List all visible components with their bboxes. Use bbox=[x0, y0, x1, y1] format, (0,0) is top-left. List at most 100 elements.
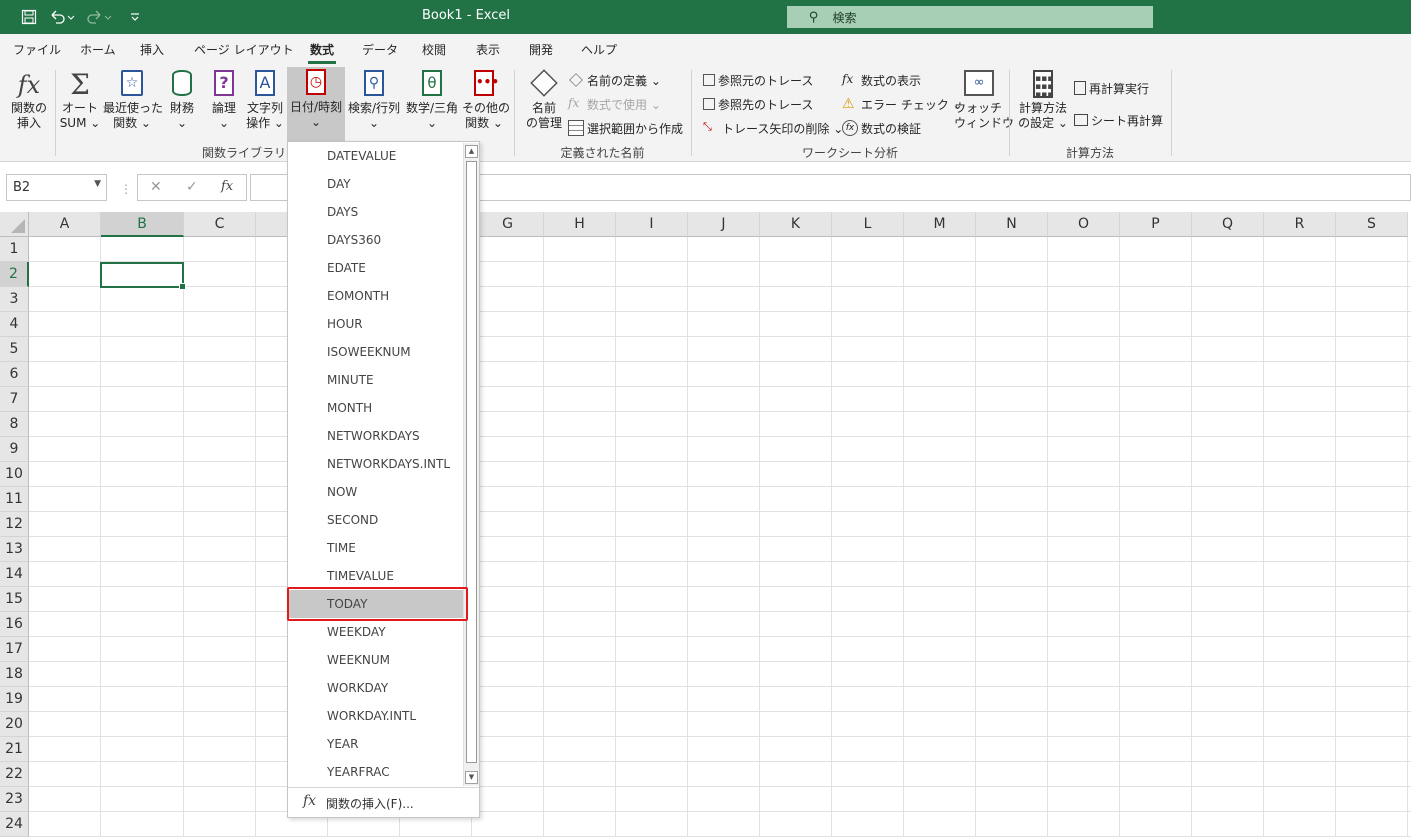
function-menu-item[interactable]: TIMEVALUE bbox=[289, 562, 463, 590]
column-header[interactable]: S bbox=[1336, 212, 1408, 237]
function-menu-item[interactable]: MINUTE bbox=[289, 366, 463, 394]
function-menu-item[interactable]: TIME bbox=[289, 534, 463, 562]
function-menu-item[interactable]: DAYS360 bbox=[289, 226, 463, 254]
row-header[interactable]: 21 bbox=[0, 737, 29, 762]
column-header[interactable]: H bbox=[544, 212, 616, 237]
column-header[interactable]: P bbox=[1120, 212, 1192, 237]
search-input[interactable]: ⚲ 検索 bbox=[787, 6, 1153, 28]
tab-home[interactable]: ホーム bbox=[80, 41, 116, 58]
cancel-icon[interactable]: ✕ bbox=[150, 179, 162, 195]
row-header[interactable]: 9 bbox=[0, 437, 29, 462]
function-menu-item[interactable]: SECOND bbox=[289, 506, 463, 534]
row-header[interactable]: 2 bbox=[0, 262, 29, 287]
function-menu-item[interactable]: MONTH bbox=[289, 394, 463, 422]
watch-window-button[interactable]: ∞ ウォッチ ウィンドウ bbox=[954, 68, 1014, 138]
enter-check-icon[interactable]: ✓ bbox=[186, 179, 198, 195]
error-checking-button[interactable]: ⚠ エラー チェック ⌄ bbox=[842, 94, 963, 114]
function-menu-item[interactable]: EOMONTH bbox=[289, 282, 463, 310]
column-header[interactable]: N bbox=[976, 212, 1048, 237]
function-menu-item[interactable]: WEEKNUM bbox=[289, 646, 463, 674]
function-menu-item[interactable]: YEARFRAC bbox=[289, 758, 463, 786]
insert-function-fx-icon[interactable]: fx bbox=[221, 179, 233, 194]
column-header[interactable]: I bbox=[616, 212, 688, 237]
column-header[interactable]: Q bbox=[1192, 212, 1264, 237]
row-header[interactable]: 17 bbox=[0, 637, 29, 662]
create-from-selection-button[interactable]: 選択範囲から作成 bbox=[568, 118, 683, 138]
column-header[interactable]: B bbox=[101, 212, 184, 237]
function-menu-item[interactable]: DAY bbox=[289, 170, 463, 198]
row-header[interactable]: 19 bbox=[0, 687, 29, 712]
function-menu-item[interactable]: ISOWEEKNUM bbox=[289, 338, 463, 366]
column-header[interactable]: K bbox=[760, 212, 832, 237]
function-menu-item[interactable]: YEAR bbox=[289, 730, 463, 758]
chevron-down-icon[interactable]: ▼ bbox=[94, 179, 101, 189]
tab-file[interactable]: ファイル bbox=[13, 41, 61, 58]
row-header[interactable]: 8 bbox=[0, 412, 29, 437]
tab-view[interactable]: 表示 bbox=[476, 41, 500, 58]
tab-formulas[interactable]: 数式 bbox=[307, 41, 337, 64]
autosum-button[interactable]: Σ オート SUM ⌄ bbox=[58, 68, 102, 138]
financial-button[interactable]: 財務 ⌄ bbox=[164, 68, 200, 138]
worksheet-grid[interactable]: ABCDEFGHIJKLMNOPQRS 12345678910111213141… bbox=[0, 212, 1411, 837]
column-header[interactable]: O bbox=[1048, 212, 1120, 237]
lookup-button[interactable]: ⚲ 検索/行列 ⌄ bbox=[346, 68, 402, 138]
drag-handle-icon[interactable]: ⋮ bbox=[120, 182, 132, 196]
select-all-corner[interactable] bbox=[0, 212, 29, 237]
row-header[interactable]: 7 bbox=[0, 387, 29, 412]
more-functions-button[interactable]: ••• その他の 関数 ⌄ bbox=[462, 68, 510, 138]
row-header[interactable]: 5 bbox=[0, 337, 29, 362]
name-box[interactable]: B2 ▼ bbox=[6, 174, 107, 201]
calc-sheet-button[interactable]: シート再計算 bbox=[1074, 110, 1163, 130]
insert-function-button[interactable]: fx 関数の 挿入 bbox=[8, 68, 50, 138]
function-menu-item[interactable]: NOW bbox=[289, 478, 463, 506]
column-header[interactable]: A bbox=[29, 212, 101, 237]
row-header[interactable]: 12 bbox=[0, 512, 29, 537]
define-name-button[interactable]: 名前の定義 ⌄ bbox=[568, 70, 661, 90]
row-header[interactable]: 20 bbox=[0, 712, 29, 737]
row-header[interactable]: 13 bbox=[0, 537, 29, 562]
function-menu-item[interactable]: DAYS bbox=[289, 198, 463, 226]
column-header[interactable]: G bbox=[472, 212, 544, 237]
remove-arrows-button[interactable]: ⤡ トレース矢印の削除 ⌄ bbox=[703, 118, 843, 138]
calc-options-button[interactable]: ▪▪▪ ▪▪▪ ▪▪▪ 計算方法 の設定 ⌄ bbox=[1016, 68, 1070, 138]
use-in-formula-button[interactable]: fx 数式で使用 ⌄ bbox=[568, 94, 661, 114]
text-button[interactable]: A 文字列 操作 ⌄ bbox=[244, 68, 286, 138]
row-header[interactable]: 23 bbox=[0, 787, 29, 812]
column-header[interactable]: C bbox=[184, 212, 256, 237]
scroll-down-arrow-icon[interactable]: ▼ bbox=[465, 771, 478, 784]
function-menu-item[interactable]: EDATE bbox=[289, 254, 463, 282]
recent-functions-button[interactable]: ☆ 最近使った 関数 ⌄ bbox=[103, 68, 163, 138]
function-menu-item[interactable]: HOUR bbox=[289, 310, 463, 338]
dropdown-scrollbar[interactable]: ▲ ▼ bbox=[463, 143, 479, 786]
row-header[interactable]: 18 bbox=[0, 662, 29, 687]
function-menu-item[interactable]: WORKDAY bbox=[289, 674, 463, 702]
row-header[interactable]: 16 bbox=[0, 612, 29, 637]
row-header[interactable]: 6 bbox=[0, 362, 29, 387]
column-header[interactable]: J bbox=[688, 212, 760, 237]
name-manager-button[interactable]: 名前 の管理 bbox=[524, 68, 564, 138]
calc-now-button[interactable]: 再計算実行 bbox=[1074, 78, 1149, 98]
tab-page-layout[interactable]: ページ レイアウト bbox=[194, 41, 294, 58]
scroll-up-arrow-icon[interactable]: ▲ bbox=[465, 145, 478, 158]
function-menu-item[interactable]: DATEVALUE bbox=[289, 142, 463, 170]
show-formulas-button[interactable]: fx 数式の表示 bbox=[842, 70, 921, 90]
tab-data[interactable]: データ bbox=[362, 41, 398, 58]
column-header[interactable]: M bbox=[904, 212, 976, 237]
function-menu-item[interactable]: NETWORKDAYS.INTL bbox=[289, 450, 463, 478]
datetime-button[interactable]: ◷ 日付/時刻 ⌄ bbox=[287, 67, 345, 143]
column-header[interactable]: L bbox=[832, 212, 904, 237]
tab-insert[interactable]: 挿入 bbox=[140, 41, 164, 58]
tab-review[interactable]: 校閲 bbox=[422, 41, 446, 58]
row-header[interactable]: 22 bbox=[0, 762, 29, 787]
logical-button[interactable]: ? 論理 ⌄ bbox=[206, 68, 242, 138]
trace-precedents-button[interactable]: 参照元のトレース bbox=[703, 70, 813, 90]
function-menu-item[interactable]: WORKDAY.INTL bbox=[289, 702, 463, 730]
row-header[interactable]: 4 bbox=[0, 312, 29, 337]
insert-function-menu-item[interactable]: fx 関数の挿入(F)... bbox=[288, 787, 479, 817]
function-menu-item[interactable]: WEEKDAY bbox=[289, 618, 463, 646]
trace-dependents-button[interactable]: 参照先のトレース bbox=[703, 94, 813, 114]
math-button[interactable]: θ 数学/三角 ⌄ bbox=[403, 68, 461, 138]
row-header[interactable]: 1 bbox=[0, 237, 29, 262]
column-header[interactable]: R bbox=[1264, 212, 1336, 237]
row-header[interactable]: 24 bbox=[0, 812, 29, 837]
